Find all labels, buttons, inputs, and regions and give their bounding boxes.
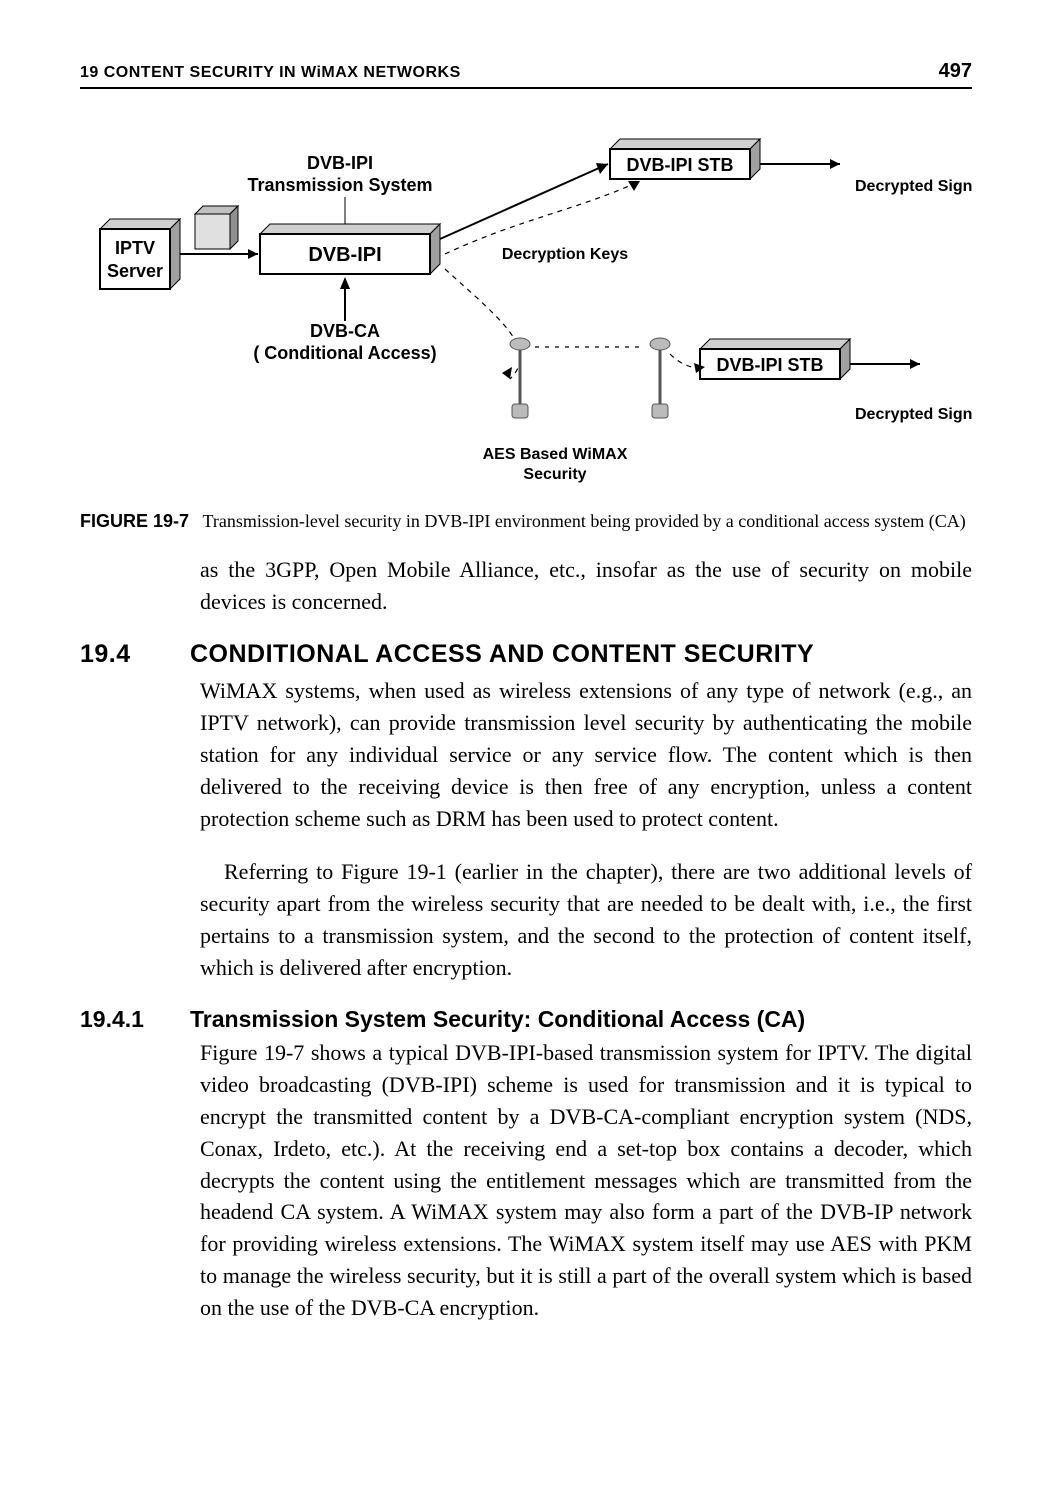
- iptv-label-1: IPTV: [115, 238, 155, 258]
- header-page-number: 497: [939, 60, 972, 83]
- section-title: CONDITIONAL ACCESS AND CONTENT SECURITY: [190, 640, 814, 668]
- section-19-4-heading: 19.4CONDITIONAL ACCESS AND CONTENT SECUR…: [80, 640, 972, 669]
- tower-2-icon: [650, 338, 670, 418]
- dvb-ipi-box-label: DVB-IPI: [308, 244, 381, 266]
- figure-diagram: IPTV Server DVB-IPI Transmission System …: [80, 119, 972, 499]
- figure-19-7: IPTV Server DVB-IPI Transmission System …: [80, 119, 972, 499]
- page: 19 CONTENT SECURITY IN WiMAX NETWORKS 49…: [0, 0, 1052, 1500]
- iptv-server-node: IPTV Server: [100, 219, 180, 289]
- subsection-title: Transmission System Security: Conditiona…: [190, 1006, 805, 1032]
- lead-in-paragraph: as the 3GPP, Open Mobile Alliance, etc.,…: [80, 554, 972, 618]
- stb-2-node: DVB-IPI STB: [700, 339, 850, 379]
- stb-1-node: DVB-IPI STB: [610, 139, 760, 179]
- stb1-label: DVB-IPI STB: [626, 155, 733, 175]
- figure-caption: FIGURE 19-7 Transmission-level security …: [80, 509, 972, 534]
- decrypted-1-label: Decrypted Signal: [855, 178, 972, 195]
- iptv-label-2: Server: [107, 261, 163, 281]
- dvb-ca-l1: DVB-CA: [310, 321, 380, 341]
- cube-icon: [195, 206, 238, 249]
- figure-label: FIGURE 19-7: [80, 511, 189, 531]
- decryption-keys-label: Decryption Keys: [502, 246, 628, 263]
- section-19-4-1-heading: 19.4.1Transmission System Security: Cond…: [80, 1006, 972, 1033]
- aes-l1: AES Based WiMAX: [483, 446, 628, 463]
- header-chapter-title: 19 CONTENT SECURITY IN WiMAX NETWORKS: [80, 64, 461, 82]
- stb2-label: DVB-IPI STB: [716, 355, 823, 375]
- dvb-ipi-ts-l2: Transmission System: [247, 175, 432, 195]
- dvb-ca-l2: ( Conditional Access): [253, 343, 436, 363]
- aes-l2: Security: [523, 466, 586, 483]
- subsection-number: 19.4.1: [80, 1006, 190, 1033]
- figure-caption-text: Transmission-level security in DVB-IPI e…: [203, 511, 966, 531]
- dvb-ipi-node: DVB-IPI: [260, 224, 440, 274]
- section-number: 19.4: [80, 640, 190, 669]
- tower-1-icon: [510, 338, 530, 418]
- dvb-ipi-ts-l1: DVB-IPI: [307, 153, 373, 173]
- section-19-4-1-p1: Figure 19-7 shows a typical DVB-IPI-base…: [80, 1037, 972, 1324]
- section-19-4-p1: WiMAX systems, when used as wireless ext…: [80, 675, 972, 834]
- running-header: 19 CONTENT SECURITY IN WiMAX NETWORKS 49…: [80, 60, 972, 89]
- decrypted-2-label: Decrypted Signal: [855, 406, 972, 423]
- section-19-4-p2: Referring to Figure 19-1 (earlier in the…: [80, 856, 972, 984]
